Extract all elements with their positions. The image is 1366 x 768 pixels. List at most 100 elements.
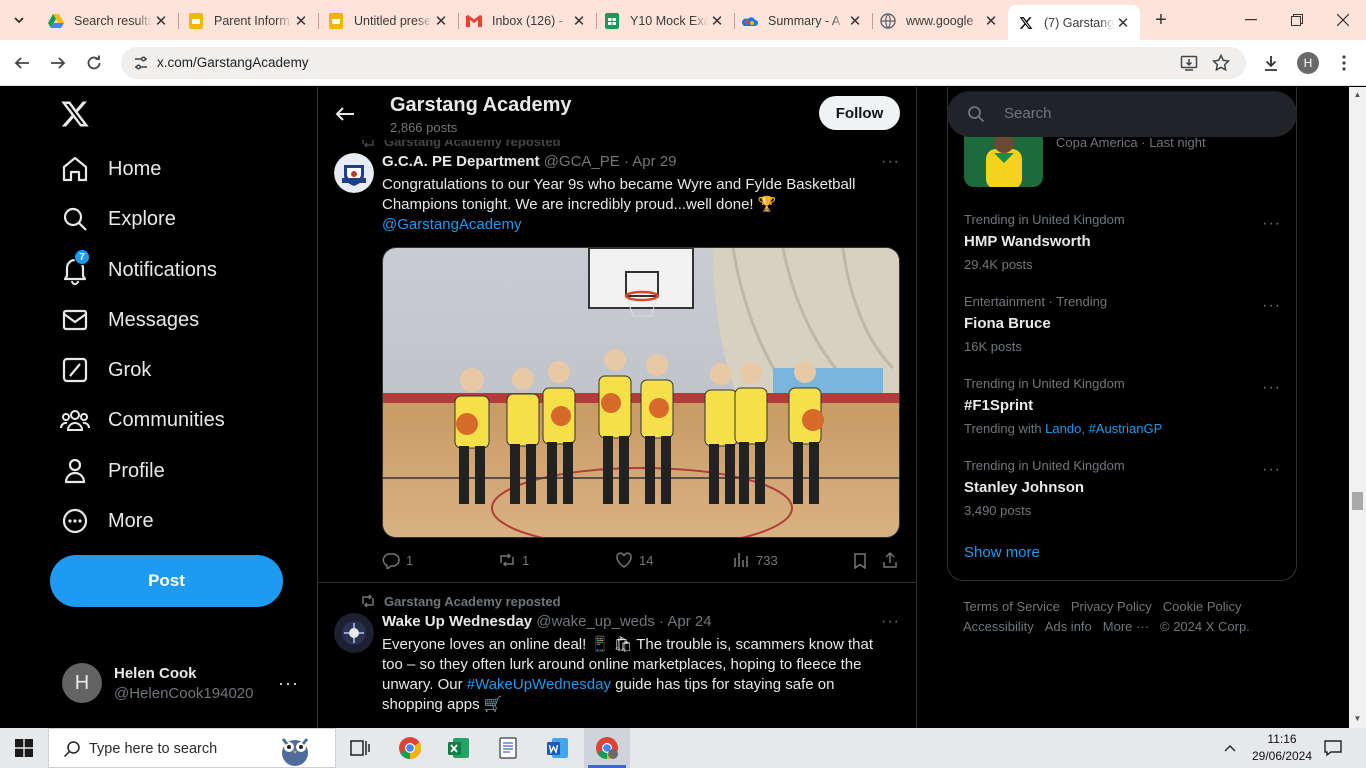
close-tab-icon[interactable]: ✕ (846, 12, 864, 30)
tab-search-button[interactable] (6, 8, 32, 32)
notifications-center-icon[interactable] (1323, 738, 1343, 758)
nav-notifications[interactable]: 7 Notifications (60, 249, 217, 290)
follow-button[interactable]: Follow (819, 96, 900, 130)
more-horizontal-icon[interactable]: ··· (1262, 461, 1281, 479)
mention-link[interactable]: @GarstangAcademy (382, 216, 521, 233)
more-horizontal-icon[interactable]: ··· (278, 673, 299, 694)
footer-link[interactable]: Privacy Policy (1071, 599, 1152, 614)
word-icon[interactable] (546, 736, 570, 760)
tweet-date[interactable]: · Apr 29 (624, 153, 677, 170)
site-settings-icon[interactable] (132, 54, 150, 72)
more-horizontal-icon[interactable]: ··· (881, 153, 900, 171)
search-input[interactable]: Search (947, 91, 1297, 137)
back-arrow-icon[interactable] (334, 103, 356, 125)
avatar[interactable] (334, 613, 374, 653)
address-bar[interactable]: x.com/GarstangAcademy (121, 47, 1246, 79)
nav-grok[interactable]: Grok (60, 350, 151, 390)
browser-tab-active[interactable]: (7) Garstang ✕ (1008, 5, 1140, 40)
install-app-icon[interactable] (1180, 54, 1198, 72)
trend-link[interactable]: Lando (1045, 421, 1081, 436)
browser-tab[interactable]: Search results ✕ (38, 5, 179, 37)
file-explorer-icon[interactable] (496, 736, 520, 760)
avatar[interactable] (334, 153, 374, 193)
like-button[interactable]: 14 (615, 551, 653, 569)
scroll-up-icon[interactable]: ▲ (1352, 90, 1363, 100)
browser-tab[interactable]: Y10 Mock Exam ✕ (594, 5, 735, 37)
tweet-photo[interactable] (382, 247, 900, 538)
footer-link[interactable]: More ··· (1103, 619, 1149, 634)
footer-link[interactable]: Terms of Service (963, 599, 1060, 614)
url-text[interactable]: x.com/GarstangAcademy (157, 55, 309, 70)
scroll-down-icon[interactable]: ▼ (1352, 714, 1363, 724)
chrome-menu-button[interactable] (1332, 51, 1356, 75)
browser-tab[interactable]: Parent Information ✕ (178, 5, 319, 37)
profile-avatar[interactable]: H (1297, 52, 1319, 74)
trend-item[interactable]: Entertainment · Trending Fiona Bruce 16K… (964, 294, 1284, 354)
browser-tab[interactable]: Untitled presentation ✕ (318, 5, 459, 37)
trend-link[interactable]: #AustrianGP (1089, 421, 1163, 436)
chrome-profile-icon[interactable] (595, 736, 619, 760)
new-tab-button[interactable]: + (1150, 9, 1172, 31)
repost-button[interactable]: 1 (498, 551, 529, 569)
downloads-button[interactable] (1259, 51, 1283, 75)
close-tab-icon[interactable]: ✕ (708, 12, 726, 30)
minimize-button[interactable] (1228, 0, 1274, 40)
author-name[interactable]: Wake Up Wednesday (382, 613, 532, 630)
footer-link[interactable]: Cookie Policy (1163, 599, 1242, 614)
trend-thumbnail[interactable] (964, 129, 1043, 187)
more-horizontal-icon[interactable]: ··· (1262, 297, 1281, 315)
chevron-up-icon[interactable] (1223, 741, 1237, 755)
close-tab-icon[interactable]: ✕ (152, 12, 170, 30)
more-horizontal-icon[interactable]: ··· (881, 613, 900, 631)
tweet-date[interactable]: · Apr 24 (659, 613, 712, 630)
bookmark-icon[interactable] (851, 552, 869, 570)
nav-explore[interactable]: Explore (60, 199, 176, 239)
close-window-button[interactable] (1320, 0, 1366, 40)
nav-communities[interactable]: Communities (60, 400, 225, 440)
author-handle[interactable]: @GCA_PE (544, 153, 620, 170)
close-tab-icon[interactable]: ✕ (982, 12, 1000, 30)
page-scrollbar[interactable] (1349, 87, 1366, 728)
excel-icon[interactable] (447, 736, 471, 760)
more-horizontal-icon[interactable]: ··· (1262, 379, 1281, 397)
reload-button[interactable] (82, 51, 106, 75)
close-tab-icon[interactable]: ✕ (570, 12, 588, 30)
browser-tab[interactable]: Inbox (126) - ✕ (456, 5, 597, 37)
close-tab-icon[interactable]: ✕ (432, 12, 450, 30)
taskbar-search-input[interactable]: Type here to search (48, 728, 336, 768)
nav-more[interactable]: More (60, 501, 154, 541)
trend-item[interactable]: Trending in United Kingdom HMP Wandswort… (964, 212, 1284, 272)
x-logo-icon[interactable] (60, 99, 90, 129)
account-switcher[interactable]: H Helen Cook @HelenCook194020 ··· (62, 663, 312, 705)
back-button[interactable] (10, 51, 34, 75)
hashtag-link[interactable]: #WakeUpWednesday (467, 676, 611, 693)
browser-tab[interactable]: Summary - A ✕ (732, 5, 873, 37)
nav-profile[interactable]: Profile (60, 451, 165, 491)
scrollbar-thumb[interactable] (1352, 492, 1363, 510)
more-horizontal-icon[interactable]: ··· (1262, 215, 1281, 233)
nav-home[interactable]: Home (60, 149, 161, 189)
task-view-icon[interactable] (348, 736, 372, 760)
footer-link[interactable]: Ads info (1045, 619, 1092, 634)
browser-tab[interactable]: www.google ✕ (870, 5, 1008, 37)
trend-item[interactable]: Trending in United Kingdom Stanley Johns… (964, 458, 1284, 518)
tweet-text-line: shopping apps 🛒 (382, 696, 503, 713)
post-button[interactable]: Post (50, 555, 283, 607)
forward-button[interactable] (46, 51, 70, 75)
star-icon[interactable] (1212, 54, 1230, 72)
close-tab-icon[interactable]: ✕ (292, 12, 310, 30)
reply-button[interactable]: 1 (382, 551, 413, 569)
author-name[interactable]: G.C.A. PE Department (382, 153, 540, 170)
author-handle[interactable]: @wake_up_weds (536, 613, 655, 630)
footer-link[interactable]: Accessibility (963, 619, 1034, 634)
start-button[interactable] (0, 728, 48, 768)
restore-button[interactable] (1274, 0, 1320, 40)
share-icon[interactable] (881, 551, 899, 569)
trend-item[interactable]: Trending in United Kingdom #F1Sprint Tre… (964, 376, 1284, 436)
views-button[interactable]: 733 (732, 551, 778, 569)
system-clock[interactable]: 11:16 29/06/2024 (1247, 731, 1317, 765)
show-more-link[interactable]: Show more (964, 544, 1040, 561)
nav-messages[interactable]: Messages (60, 300, 199, 340)
chrome-icon[interactable] (398, 736, 422, 760)
close-tab-icon[interactable]: ✕ (1114, 14, 1132, 32)
